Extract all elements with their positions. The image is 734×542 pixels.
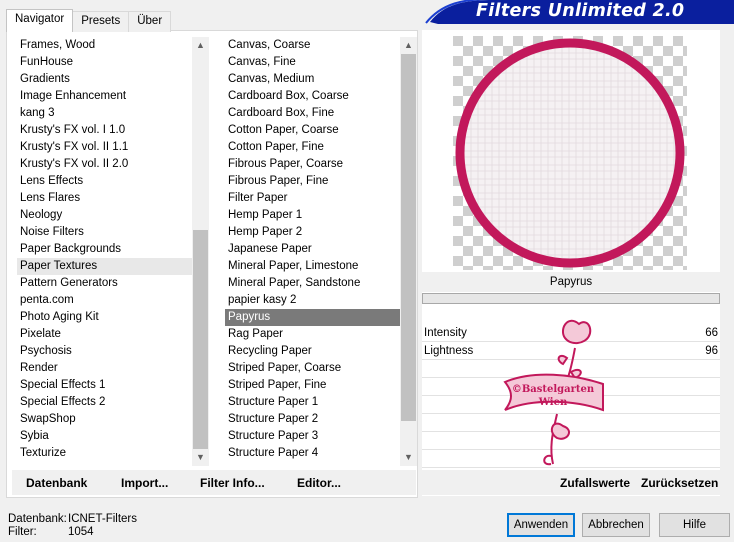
status-filter: Filter: 1054 xyxy=(8,526,94,539)
list-item[interactable]: Krusty's FX vol. I 1.0 xyxy=(17,122,192,139)
list-item[interactable]: Rag Paper xyxy=(225,326,400,343)
watermark-text: Wien xyxy=(538,397,568,408)
list-item[interactable]: Paper Textures xyxy=(17,258,192,275)
scroll-down-icon[interactable]: ▼ xyxy=(400,449,417,466)
status-filter-value: 1054 xyxy=(68,526,94,538)
category-list[interactable]: Frames, Wood FunHouse Gradients Image Enhan… xyxy=(17,37,209,466)
status-filter-label: Filter: xyxy=(8,526,37,538)
app-title: Filters Unlimited 2.0 xyxy=(476,1,685,21)
filter-items: Canvas, Coarse Canvas, Fine Canvas, Medium… xyxy=(225,37,400,462)
list-item[interactable]: Canvas, Coarse xyxy=(225,37,400,54)
list-item[interactable]: Render xyxy=(17,360,192,377)
randomize-button[interactable]: Zufallswerte xyxy=(560,476,630,490)
preview-button-bar: Zufallswerte Zurücksetzen xyxy=(422,470,720,495)
parameter-label: Lightness xyxy=(424,345,474,357)
list-item[interactable]: Structure Paper 2 xyxy=(225,411,400,428)
list-item[interactable]: Mineral Paper, Limestone xyxy=(225,258,400,275)
list-item[interactable]: Structure Paper 1 xyxy=(225,394,400,411)
list-item[interactable]: Hemp Paper 1 xyxy=(225,207,400,224)
database-button[interactable]: Datenbank xyxy=(26,476,87,490)
list-item[interactable]: Fibrous Paper, Coarse xyxy=(225,156,400,173)
filter-list[interactable]: Canvas, Coarse Canvas, Fine Canvas, Medium… xyxy=(225,37,417,466)
list-item[interactable]: Frames, Wood xyxy=(17,37,192,54)
list-item[interactable]: Structure Paper 3 xyxy=(225,428,400,445)
scroll-up-icon[interactable]: ▲ xyxy=(400,37,417,54)
list-item[interactable]: Japanese Paper xyxy=(225,241,400,258)
list-item[interactable]: Psychosis xyxy=(17,343,192,360)
tab-presets[interactable]: Presets xyxy=(72,11,130,32)
import-button[interactable]: Import... xyxy=(121,476,168,490)
list-item[interactable]: Image Enhancement xyxy=(17,88,192,105)
list-button-bar: Datenbank Import... Filter Info... Edito… xyxy=(12,470,416,495)
list-item[interactable]: Papyrus xyxy=(225,309,400,326)
status-database: Datenbank: ICNET-Filters xyxy=(8,513,137,526)
list-item[interactable]: Pixelate xyxy=(17,326,192,343)
preview-image xyxy=(453,36,687,270)
status-database-label: Datenbank: xyxy=(8,513,67,525)
list-item[interactable]: Cotton Paper, Coarse xyxy=(225,122,400,139)
filter-progress-bar xyxy=(422,293,720,304)
list-item[interactable]: Krusty's FX vol. II 1.1 xyxy=(17,139,192,156)
list-item[interactable]: Sybia xyxy=(17,428,192,445)
scroll-down-icon[interactable]: ▼ xyxy=(192,449,209,466)
list-item[interactable]: Recycling Paper xyxy=(225,343,400,360)
list-item[interactable]: kang 3 xyxy=(17,105,192,122)
list-item[interactable]: Photo Aging Kit xyxy=(17,309,192,326)
list-item[interactable]: Cardboard Box, Fine xyxy=(225,105,400,122)
list-item[interactable]: Hemp Paper 2 xyxy=(225,224,400,241)
watermark-text: ©Bastelgarten xyxy=(512,384,595,395)
parameter-label: Intensity xyxy=(424,327,467,339)
parameter-value: 96 xyxy=(705,345,718,357)
list-item[interactable]: Canvas, Fine xyxy=(225,54,400,71)
parameter-value: 66 xyxy=(705,327,718,339)
list-item[interactable]: Neology xyxy=(17,207,192,224)
list-item[interactable]: Filter Paper xyxy=(225,190,400,207)
list-item[interactable]: Mineral Paper, Sandstone xyxy=(225,275,400,292)
apply-button[interactable]: Anwenden xyxy=(507,513,575,537)
filter-info-button[interactable]: Filter Info... xyxy=(200,476,265,490)
list-item[interactable]: SwapShop xyxy=(17,411,192,428)
filter-name-label: Papyrus xyxy=(422,272,720,292)
list-item[interactable]: papier kasy 2 xyxy=(225,292,400,309)
list-item[interactable]: Cotton Paper, Fine xyxy=(225,139,400,156)
list-item[interactable]: Structure Paper 4 xyxy=(225,445,400,462)
tab-about[interactable]: Über xyxy=(128,11,172,32)
status-database-value: ICNET-Filters xyxy=(68,513,137,525)
list-item[interactable]: Cardboard Box, Coarse xyxy=(225,88,400,105)
list-item[interactable]: Paper Backgrounds xyxy=(17,241,192,258)
list-item[interactable]: Fibrous Paper, Fine xyxy=(225,173,400,190)
category-scrollbar[interactable]: ▲ ▼ xyxy=(192,37,209,466)
list-item[interactable]: Special Effects 1 xyxy=(17,377,192,394)
list-item[interactable]: Noise Filters xyxy=(17,224,192,241)
scroll-up-icon[interactable]: ▲ xyxy=(192,37,209,54)
list-item[interactable]: Special Effects 2 xyxy=(17,394,192,411)
watermark-logo: ©Bastelgarten Wien xyxy=(503,319,604,466)
list-item[interactable]: Canvas, Medium xyxy=(225,71,400,88)
list-item[interactable]: Krusty's FX vol. II 2.0 xyxy=(17,156,192,173)
help-button[interactable]: Hilfe xyxy=(659,513,730,537)
list-item[interactable]: penta.com xyxy=(17,292,192,309)
list-item[interactable]: Gradients xyxy=(17,71,192,88)
list-item[interactable]: Pattern Generators xyxy=(17,275,192,292)
cancel-button[interactable]: Abbrechen xyxy=(582,513,650,537)
list-item[interactable]: Lens Flares xyxy=(17,190,192,207)
reset-button[interactable]: Zurücksetzen xyxy=(641,476,718,490)
list-item[interactable]: Lens Effects xyxy=(17,173,192,190)
editor-button[interactable]: Editor... xyxy=(297,476,341,490)
filter-scroll-thumb[interactable] xyxy=(401,54,416,421)
tab-navigator[interactable]: Navigator xyxy=(6,9,74,32)
filter-scrollbar[interactable]: ▲ ▼ xyxy=(400,37,417,466)
tab-strip: Navigator Presets Über xyxy=(6,9,172,32)
list-item[interactable]: FunHouse xyxy=(17,54,192,71)
list-item[interactable]: Striped Paper, Fine xyxy=(225,377,400,394)
category-scroll-thumb[interactable] xyxy=(193,230,208,449)
category-items: Frames, Wood FunHouse Gradients Image Enhan… xyxy=(17,37,192,462)
list-item[interactable]: Striped Paper, Coarse xyxy=(225,360,400,377)
list-item[interactable]: Texturize xyxy=(17,445,192,462)
